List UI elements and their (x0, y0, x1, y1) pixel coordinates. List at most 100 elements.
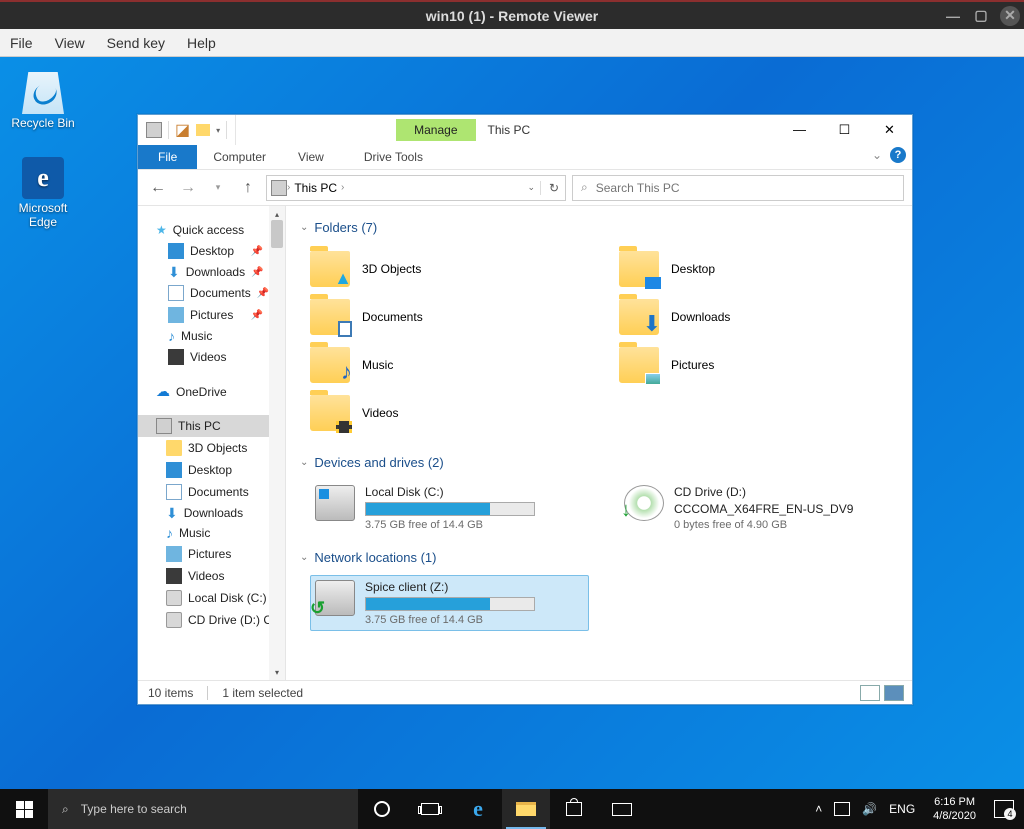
nav-pictures[interactable]: Pictures (138, 543, 285, 565)
content-pane[interactable]: ⌄Folders (7) ▲3D Objects Desktop Documen… (286, 206, 912, 680)
nav-onedrive[interactable]: ☁OneDrive (138, 380, 285, 403)
nav-quick-desktop[interactable]: Desktop📌 (138, 240, 285, 262)
navigation-pane: ★ Quick access Desktop📌 ⬇Downloads📌 Docu… (138, 206, 286, 680)
view-details-icon[interactable] (860, 685, 880, 701)
tab-view[interactable]: View (282, 146, 340, 169)
nav-up-button[interactable]: ↑ (236, 176, 260, 200)
nav-forward-button[interactable]: → (176, 176, 200, 200)
folder-documents[interactable]: Documents (310, 293, 589, 341)
explorer-title: This PC (476, 123, 543, 137)
navpane-scrollbar[interactable]: ▴ ▾ (269, 206, 285, 680)
search-icon: ⌕ (581, 180, 588, 195)
nav-cd-drive[interactable]: CD Drive (D:) CC (138, 609, 285, 631)
nav-3d-objects[interactable]: 3D Objects (138, 437, 285, 459)
tray-expand-icon[interactable]: ˄ (815, 802, 822, 816)
qat-dropdown-icon[interactable]: ▾ (216, 126, 220, 135)
start-button[interactable] (0, 789, 48, 829)
folder-pictures[interactable]: Pictures (619, 341, 898, 389)
network-drive-icon (315, 580, 355, 616)
folder-3d-objects[interactable]: ▲3D Objects (310, 245, 589, 293)
close-icon[interactable]: ✕ (1000, 6, 1020, 26)
nav-quick-access[interactable]: ★ Quick access (138, 220, 285, 240)
nav-documents[interactable]: Documents (138, 481, 285, 503)
group-network-header[interactable]: ⌄Network locations (1) (300, 546, 898, 575)
language-indicator[interactable]: ENG (889, 802, 915, 816)
maximize-icon[interactable]: ▢ (972, 7, 990, 25)
scroll-thumb[interactable] (271, 220, 283, 248)
group-drives-header[interactable]: ⌄Devices and drives (2) (300, 451, 898, 480)
menu-send-key[interactable]: Send key (107, 35, 165, 51)
explorer-nav-bar: ← → ▾ ↑ › This PC › ⌄ ↻ ⌕ (138, 170, 912, 206)
recycle-bin-icon[interactable]: Recycle Bin (6, 72, 80, 130)
nav-quick-music[interactable]: ♪Music (138, 326, 285, 346)
edge-taskbar-icon[interactable]: e (454, 789, 502, 829)
nav-quick-documents[interactable]: Documents📌 (138, 282, 285, 304)
folder-downloads[interactable]: ⬇Downloads (619, 293, 898, 341)
context-tab-manage[interactable]: Manage (396, 119, 475, 141)
drive-local-disk-c[interactable]: Local Disk (C:) 3.75 GB free of 14.4 GB (310, 480, 589, 536)
search-input[interactable] (596, 181, 895, 195)
view-large-icons-icon[interactable] (884, 685, 904, 701)
folder-music[interactable]: ♪Music (310, 341, 589, 389)
task-view-icon[interactable] (406, 789, 454, 829)
pc-icon (271, 180, 287, 196)
cortana-icon[interactable] (358, 789, 406, 829)
taskbar-search[interactable]: ⌕ Type here to search (48, 789, 358, 829)
store-icon[interactable] (550, 789, 598, 829)
ribbon-collapse-icon[interactable]: ⌄ (872, 148, 882, 162)
cloud-icon: ☁ (156, 383, 170, 400)
address-dropdown-icon[interactable]: ⌄ (527, 182, 535, 193)
nav-quick-downloads[interactable]: ⬇Downloads📌 (138, 262, 285, 282)
breadcrumb-this-pc[interactable]: This PC (290, 181, 341, 195)
volume-icon[interactable]: 🔊 (862, 802, 877, 816)
network-icon[interactable] (834, 802, 850, 816)
minimize-icon[interactable]: — (944, 7, 962, 25)
remote-viewer-menubar: File View Send key Help (0, 29, 1024, 57)
help-icon[interactable]: ? (890, 147, 906, 163)
tab-computer[interactable]: Computer (197, 146, 282, 169)
new-folder-icon[interactable] (196, 124, 210, 136)
clock[interactable]: 6:16 PM 4/8/2020 (927, 795, 982, 823)
menu-file[interactable]: File (10, 35, 33, 51)
nav-downloads[interactable]: ⬇Downloads (138, 503, 285, 523)
action-center-icon[interactable] (994, 800, 1014, 818)
properties-icon[interactable]: ◪ (175, 120, 190, 140)
tab-file[interactable]: File (138, 145, 197, 169)
nav-quick-pictures[interactable]: Pictures📌 (138, 304, 285, 326)
scroll-down-icon[interactable]: ▾ (269, 664, 285, 680)
nav-back-button[interactable]: ← (146, 176, 170, 200)
group-folders-header[interactable]: ⌄Folders (7) (300, 216, 898, 245)
pc-icon (146, 122, 162, 138)
nav-quick-videos[interactable]: Videos (138, 346, 285, 368)
search-box[interactable]: ⌕ (572, 175, 904, 201)
drive-cd-d[interactable]: CD Drive (D:) CCCOMA_X64FRE_EN-US_DV9 0 … (619, 480, 898, 536)
folder-videos[interactable]: Videos (310, 389, 589, 437)
nav-local-disk[interactable]: Local Disk (C:) (138, 587, 285, 609)
folder-desktop[interactable]: Desktop (619, 245, 898, 293)
nav-this-pc[interactable]: This PC (138, 415, 285, 437)
nav-music[interactable]: ♪Music (138, 523, 285, 543)
nav-recent-dropdown[interactable]: ▾ (206, 176, 230, 200)
menu-view[interactable]: View (55, 35, 85, 51)
cd-drive-icon (624, 485, 664, 521)
windows-desktop[interactable]: Recycle Bin e Microsoft Edge ◪ ▾ Manage … (0, 57, 1024, 789)
desktop-icon (168, 243, 184, 259)
capacity-bar (365, 597, 535, 611)
explorer-minimize-button[interactable]: — (777, 115, 822, 144)
nav-videos[interactable]: Videos (138, 565, 285, 587)
microsoft-edge-icon[interactable]: e Microsoft Edge (6, 157, 80, 229)
picture-icon (168, 307, 184, 323)
explorer-titlebar[interactable]: ◪ ▾ Manage This PC — ☐ ✕ (138, 115, 912, 145)
mail-icon[interactable] (598, 789, 646, 829)
drive-spice-client-z[interactable]: Spice client (Z:) 3.75 GB free of 14.4 G… (310, 575, 589, 631)
explorer-maximize-button[interactable]: ☐ (822, 115, 867, 144)
tab-drive-tools[interactable]: Drive Tools (348, 146, 439, 169)
explorer-close-button[interactable]: ✕ (867, 115, 912, 144)
refresh-icon[interactable]: ↻ (540, 181, 559, 195)
address-bar[interactable]: › This PC › ⌄ ↻ (266, 175, 566, 201)
menu-help[interactable]: Help (187, 35, 216, 51)
file-explorer-taskbar-icon[interactable] (502, 789, 550, 829)
status-selected-count: 1 item selected (222, 686, 303, 700)
hdd-icon (315, 485, 355, 521)
nav-desktop[interactable]: Desktop (138, 459, 285, 481)
